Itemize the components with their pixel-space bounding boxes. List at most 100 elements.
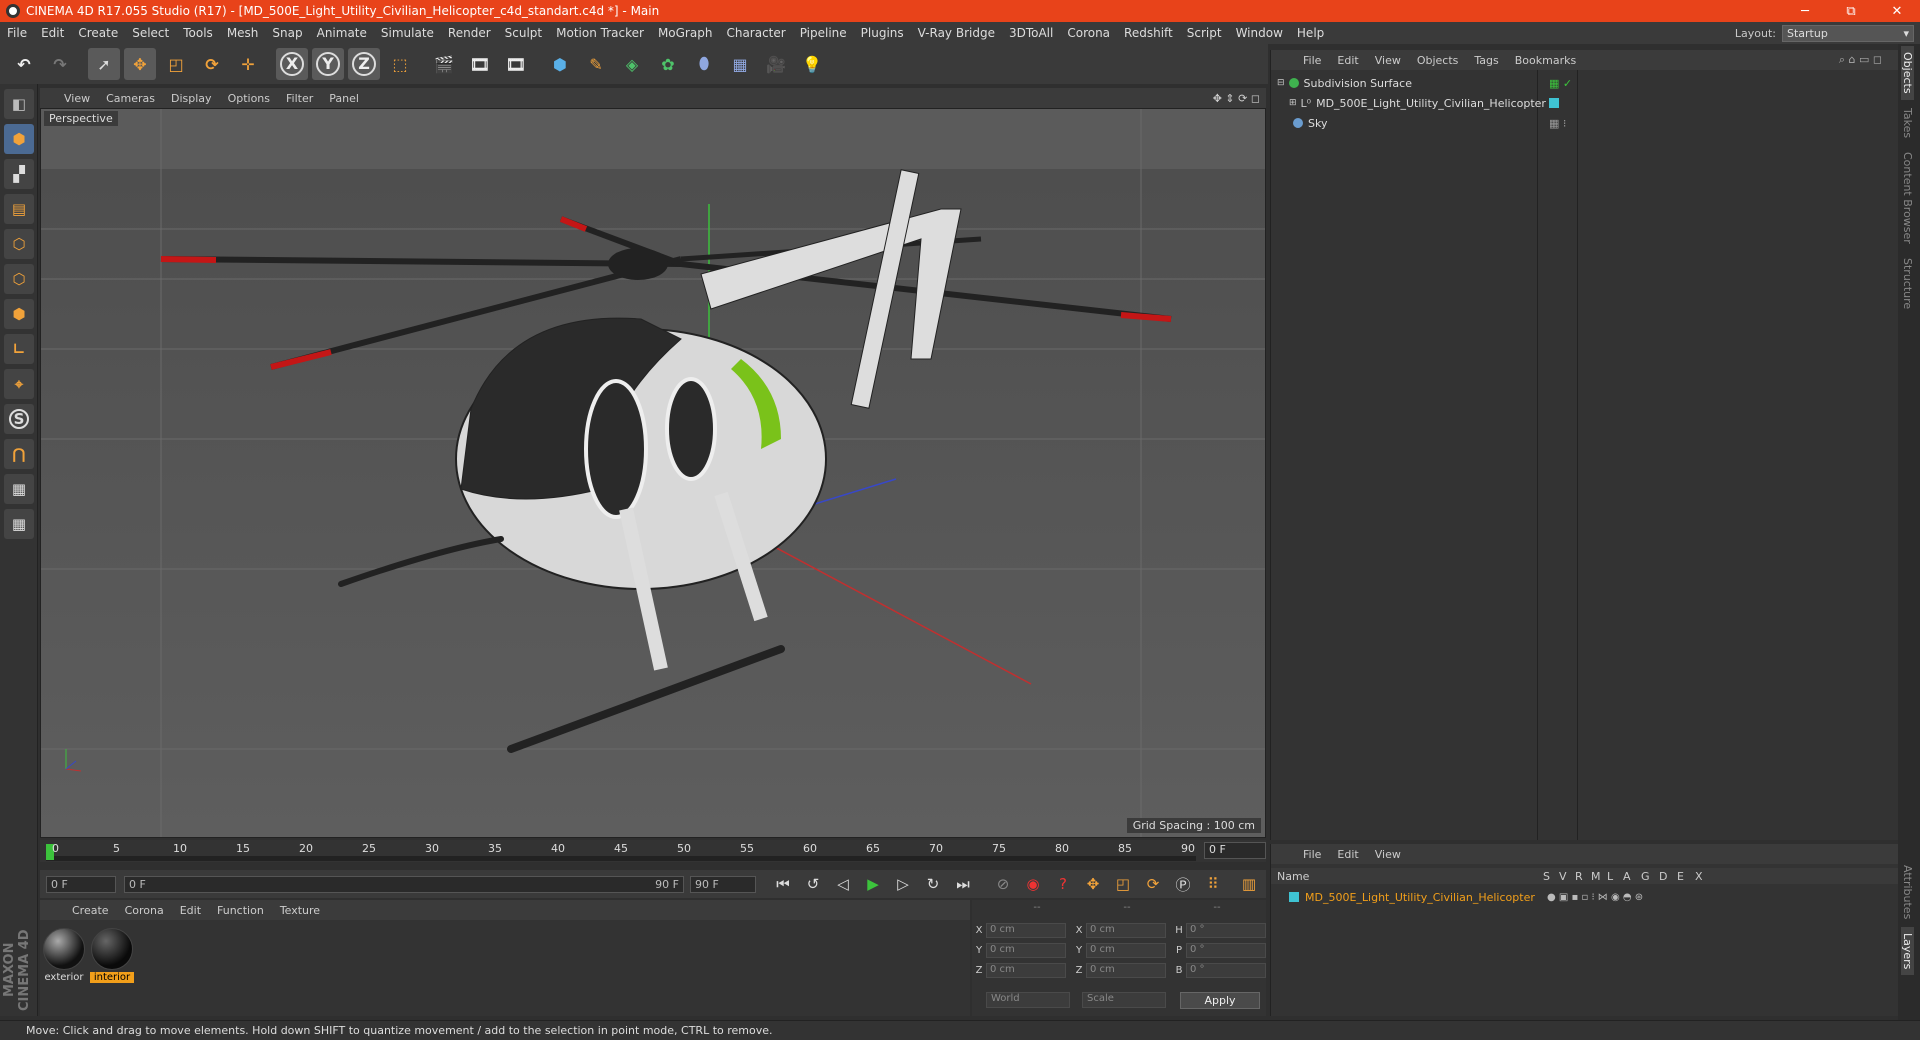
menu-plugins[interactable]: Plugins [854, 26, 911, 40]
viewport-menu-options[interactable]: Options [220, 92, 278, 105]
redo-button[interactable]: ↷ [44, 48, 76, 80]
object-row-sky[interactable]: Sky ▦ ⁝ [1271, 114, 1899, 132]
autokey-button[interactable]: ◉ [1020, 872, 1046, 896]
end-frame-field[interactable]: 90 F [690, 875, 756, 893]
timeline-window-button[interactable]: ▥ [1236, 872, 1262, 896]
size-y-field[interactable]: 0 cm [1086, 942, 1166, 958]
render-settings-button[interactable]: 🎞 [500, 48, 532, 80]
add-camera-button[interactable]: 🎥 [760, 48, 792, 80]
move-tool-button[interactable]: ✥ [124, 48, 156, 80]
visibility-check-icon[interactable]: ▦ ✓ [1549, 77, 1572, 90]
coordinate-mode-select[interactable]: Scale [1082, 992, 1166, 1008]
material-menu-corona[interactable]: Corona [117, 904, 172, 917]
record-keys-button[interactable]: ⊘ [990, 872, 1016, 896]
coordinate-space-select[interactable]: World [986, 992, 1070, 1008]
object-row-helicopter[interactable]: ⊞ L⁰ MD_500E_Light_Utility_Civilian_Heli… [1271, 94, 1899, 112]
render-view-button[interactable]: 🎬 [428, 48, 460, 80]
next-key-button[interactable]: ↻ [920, 872, 946, 896]
menu-create[interactable]: Create [71, 26, 125, 40]
menu-motion-tracker[interactable]: Motion Tracker [549, 26, 651, 40]
planar-workplane-button[interactable]: ▦ [4, 509, 34, 539]
z-axis-button[interactable]: Z [348, 48, 380, 80]
frame-range-slider[interactable]: 0 F 90 F [124, 875, 684, 893]
object-menu-view[interactable]: View [1367, 54, 1409, 67]
y-axis-button[interactable]: Y [312, 48, 344, 80]
menu-corona[interactable]: Corona [1060, 26, 1117, 40]
workplane-mode-button[interactable]: ▤ [4, 194, 34, 224]
key-scale-button[interactable]: ◰ [1110, 872, 1136, 896]
menu-file[interactable]: File [0, 26, 34, 40]
material-exterior[interactable]: exterior [42, 928, 86, 983]
close-button[interactable]: ✕ [1874, 4, 1920, 19]
apply-button[interactable]: Apply [1180, 992, 1260, 1009]
viewport-menu-display[interactable]: Display [163, 92, 220, 105]
object-menu-file[interactable]: File [1295, 54, 1329, 67]
keyframe-selection-button[interactable]: ? [1050, 872, 1076, 896]
texture-mode-button[interactable]: ▞ [4, 159, 34, 189]
viewport-menu-panel[interactable]: Panel [321, 92, 367, 105]
timeline-ruler[interactable]: 0 5 10 15 20 25 30 35 40 45 50 55 60 65 … [40, 840, 1266, 862]
x-axis-button[interactable]: X [276, 48, 308, 80]
tweak-mode-button[interactable]: ⌖ [4, 369, 34, 399]
object-menu-bookmarks[interactable]: Bookmarks [1507, 54, 1584, 67]
menu-redshift[interactable]: Redshift [1117, 26, 1180, 40]
tab-takes[interactable]: Takes [1901, 102, 1914, 144]
tab-layers[interactable]: Layers [1901, 927, 1914, 976]
menu-simulate[interactable]: Simulate [374, 26, 441, 40]
menu-select[interactable]: Select [125, 26, 176, 40]
menu-mesh[interactable]: Mesh [220, 26, 266, 40]
menu-character[interactable]: Character [719, 26, 792, 40]
magnet-button[interactable]: ⋂ [4, 439, 34, 469]
layer-menu-file[interactable]: File [1295, 848, 1329, 861]
minimize-button[interactable]: ─ [1782, 4, 1828, 19]
tree-toggle-icon[interactable]: ⊞ [1289, 98, 1297, 108]
add-cube-button[interactable]: ⬢ [544, 48, 576, 80]
position-x-field[interactable]: 0 cm [986, 922, 1066, 938]
menu-sculpt[interactable]: Sculpt [498, 26, 549, 40]
menu-mograph[interactable]: MoGraph [651, 26, 720, 40]
material-menu-texture[interactable]: Texture [272, 904, 328, 917]
size-z-field[interactable]: 0 cm [1086, 962, 1166, 978]
menu-script[interactable]: Script [1180, 26, 1229, 40]
next-frame-button[interactable]: ▷ [890, 872, 916, 896]
viewport-menu-cameras[interactable]: Cameras [98, 92, 163, 105]
layer-row[interactable]: MD_500E_Light_Utility_Civilian_Helicopte… [1271, 888, 1899, 906]
rotation-h-field[interactable]: 0 ° [1186, 922, 1266, 938]
rotation-b-field[interactable]: 0 ° [1186, 962, 1266, 978]
maximize-button[interactable]: ⧉ [1828, 4, 1874, 19]
object-menu-edit[interactable]: Edit [1329, 54, 1366, 67]
object-menu-objects[interactable]: Objects [1409, 54, 1467, 67]
tree-toggle-icon[interactable]: ⊟ [1277, 78, 1285, 88]
play-button[interactable]: ▶ [860, 872, 886, 896]
lock-workplane-button[interactable]: ▦ [4, 474, 34, 504]
scale-tool-button[interactable]: ◰ [160, 48, 192, 80]
size-x-field[interactable]: 0 cm [1086, 922, 1166, 938]
menu-edit[interactable]: Edit [34, 26, 71, 40]
make-editable-button[interactable]: ◧ [4, 89, 34, 119]
menu-tools[interactable]: Tools [176, 26, 220, 40]
add-light-button[interactable]: 💡 [796, 48, 828, 80]
object-manager-tools[interactable]: ⌕ ⌂ ▭ ◻ [1831, 53, 1890, 67]
menu-window[interactable]: Window [1229, 26, 1290, 40]
position-y-field[interactable]: 0 cm [986, 942, 1066, 958]
tab-structure[interactable]: Structure [1901, 252, 1914, 315]
snap-button[interactable]: S [4, 404, 34, 434]
layer-menu-edit[interactable]: Edit [1329, 848, 1366, 861]
add-mograph-button[interactable]: ✿ [652, 48, 684, 80]
previous-frame-button[interactable]: ◁ [830, 872, 856, 896]
add-deformer-button[interactable]: ⬮ [688, 48, 720, 80]
key-position-button[interactable]: ✥ [1080, 872, 1106, 896]
start-frame-field[interactable]: 0 F [46, 875, 116, 893]
material-interior[interactable]: interior [90, 928, 134, 983]
last-tool-button[interactable]: ✛ [232, 48, 264, 80]
position-z-field[interactable]: 0 cm [986, 962, 1066, 978]
object-row-subdivision-surface[interactable]: ⊟ Subdivision Surface ▦ ✓ [1271, 74, 1899, 92]
model-mode-button[interactable]: ⬢ [4, 124, 34, 154]
material-menu-edit[interactable]: Edit [172, 904, 209, 917]
menu-render[interactable]: Render [441, 26, 498, 40]
previous-key-button[interactable]: ↺ [800, 872, 826, 896]
go-to-start-button[interactable]: ⏮ [770, 872, 796, 896]
menu-snap[interactable]: Snap [265, 26, 309, 40]
go-to-end-button[interactable]: ⏭ [950, 872, 976, 896]
viewport-menu-filter[interactable]: Filter [278, 92, 321, 105]
